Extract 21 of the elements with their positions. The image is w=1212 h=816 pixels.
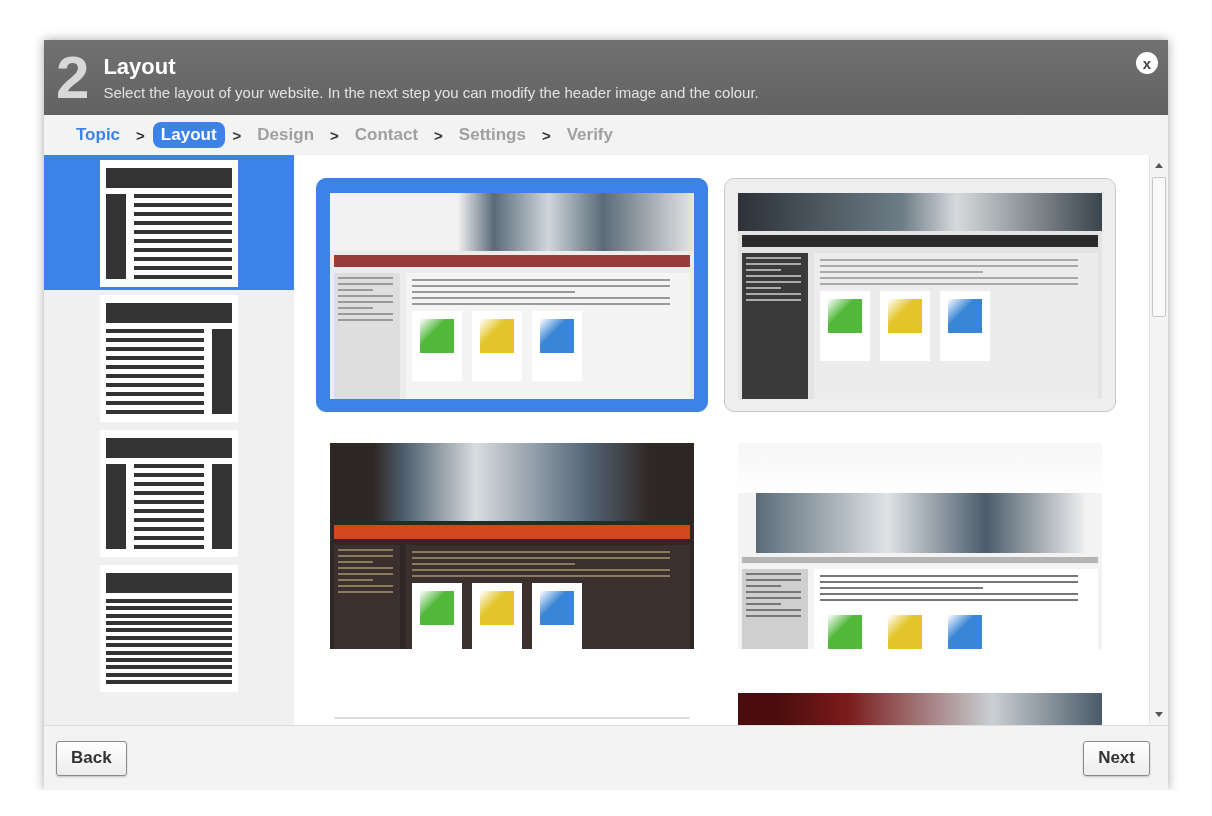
step-tab[interactable]: Contact bbox=[346, 122, 427, 148]
step-separator: > bbox=[232, 126, 242, 144]
dialog-title: Layout bbox=[103, 54, 177, 80]
scrollbar[interactable] bbox=[1149, 155, 1168, 725]
template-option[interactable] bbox=[316, 178, 708, 412]
step-separator: > bbox=[330, 126, 339, 144]
step-tab[interactable]: Settings bbox=[450, 122, 534, 148]
layout-option[interactable] bbox=[44, 155, 294, 290]
template-option[interactable] bbox=[724, 178, 1116, 412]
step-tab[interactable]: Topic bbox=[68, 122, 129, 148]
step-tab[interactable]: Design bbox=[249, 122, 323, 148]
step-tab[interactable]: Verify bbox=[558, 122, 621, 148]
close-button[interactable]: x bbox=[1136, 52, 1158, 74]
step-separator: > bbox=[136, 126, 145, 144]
back-button[interactable]: Back bbox=[56, 740, 127, 776]
dialog-subtitle: Select the layout of your website. In the next step you can modify the header image and the colour. bbox=[103, 84, 759, 101]
step-tab[interactable]: Layout bbox=[152, 122, 225, 148]
step-separator: > bbox=[434, 126, 443, 144]
next-button[interactable]: Next bbox=[1083, 740, 1150, 776]
step-number: 2 bbox=[56, 47, 90, 108]
step-separator: > bbox=[541, 126, 551, 144]
